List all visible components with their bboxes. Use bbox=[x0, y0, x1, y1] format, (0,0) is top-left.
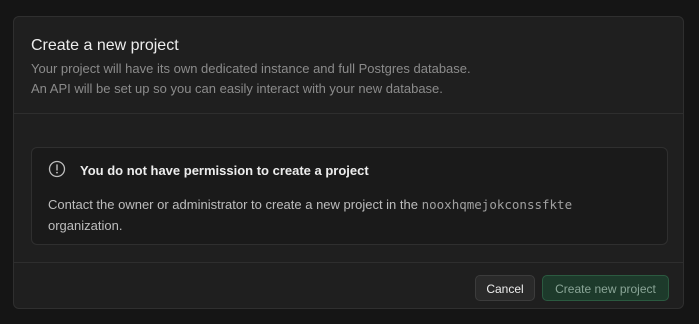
alert-body-text: Contact the owner or administrator to cr… bbox=[48, 197, 418, 212]
alert-body: Contact the owner or administrator to cr… bbox=[48, 194, 648, 236]
exclamation-circle-icon bbox=[48, 160, 66, 178]
dialog-description-line-1: Your project will have its own dedicated… bbox=[31, 61, 471, 76]
alert-body-suffix: organization. bbox=[48, 218, 123, 233]
dialog-header: Create a new project Your project will h… bbox=[14, 17, 683, 114]
permission-alert: You do not have permission to create a p… bbox=[31, 147, 668, 245]
dialog-title: Create a new project bbox=[31, 37, 179, 54]
organization-slug: nooxhqmejokconssfkte bbox=[421, 197, 573, 212]
dialog-description-line-2: An API will be set up so you can easily … bbox=[31, 81, 443, 96]
dialog-footer: Cancel Create new project bbox=[14, 262, 683, 308]
create-new-project-button[interactable]: Create new project bbox=[542, 275, 669, 301]
create-project-dialog: Create a new project Your project will h… bbox=[13, 16, 684, 309]
cancel-button[interactable]: Cancel bbox=[475, 275, 535, 301]
alert-title: You do not have permission to create a p… bbox=[80, 163, 369, 178]
